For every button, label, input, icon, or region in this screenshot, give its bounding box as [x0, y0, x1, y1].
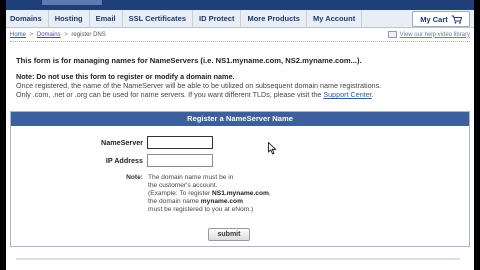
note-line-3-end: .	[371, 90, 374, 99]
mouse-pointer-icon	[268, 142, 277, 155]
main-nav: Domains Hosting Email SSL Certificates I…	[6, 9, 474, 28]
browser-page: Domains Hosting Email SSL Certificates I…	[6, 0, 474, 270]
nav-hosting[interactable]: Hosting	[49, 9, 90, 28]
example-domain: myname.com	[200, 198, 243, 205]
breadcrumb-row: Home > Domains > register DNS View our h…	[10, 28, 470, 42]
top-banner	[6, 0, 474, 10]
ip-address-input[interactable]	[147, 154, 213, 167]
register-nameserver-form: Register a NameServer Name NameServer IP…	[10, 111, 470, 247]
ip-address-label: IP Address	[105, 156, 143, 165]
form-note-row: Note: The domain name must be in the cus…	[83, 174, 271, 214]
form-note-text: The domain name must be in the customer'…	[148, 174, 271, 214]
form-note-line-3: (Example: To register	[148, 190, 211, 197]
cart-label: My Cart	[420, 14, 448, 24]
nav-id-protect[interactable]: ID Protect	[193, 9, 242, 28]
intro-lead: This form is for managing names for Name…	[16, 56, 362, 65]
my-cart-button[interactable]: My Cart	[412, 11, 470, 27]
letterbox-right	[474, 0, 480, 270]
support-center-link[interactable]: Support Center	[323, 90, 371, 99]
nameserver-row: NameServer	[83, 136, 213, 149]
nav-ssl-certificates[interactable]: SSL Certificates	[123, 9, 194, 28]
screen: Domains Hosting Email SSL Certificates I…	[0, 0, 480, 270]
nav-more-products[interactable]: More Products	[241, 9, 307, 28]
form-note-line-2: the customer's account.	[148, 182, 218, 189]
nav-domains[interactable]: Domains	[6, 9, 49, 28]
form-note-line-3-end: ,	[268, 190, 271, 197]
ip-address-row: IP Address	[83, 154, 213, 167]
intro-note: Note: Do not use this form to register o…	[16, 72, 464, 99]
submit-button[interactable]: submit	[208, 228, 250, 241]
form-title: Register a NameServer Name	[11, 112, 469, 126]
breadcrumb-domains[interactable]: Domains	[37, 32, 61, 38]
form-note-line-4: the domain name	[148, 198, 199, 205]
bottom-divider	[16, 258, 460, 260]
breadcrumb-separator: >	[29, 31, 34, 38]
help-video-label: View our help video library	[399, 31, 470, 38]
page-content: This form is for managing names for Name…	[6, 56, 474, 99]
form-note-line-5: must be registered to you at eNom.)	[148, 206, 254, 213]
nav-email[interactable]: Email	[90, 9, 123, 28]
form-note-line-1: The domain name must be in	[148, 174, 234, 181]
nameserver-label: NameServer	[101, 138, 143, 147]
video-icon	[387, 31, 397, 38]
note-heading: Note: Do not use this form to register o…	[16, 72, 235, 81]
nameserver-input[interactable]	[147, 136, 213, 149]
help-video-link[interactable]: View our help video library	[387, 31, 470, 38]
form-note-label: Note:	[126, 174, 143, 181]
shopping-cart-icon	[451, 15, 462, 24]
logo[interactable]	[42, 0, 102, 5]
breadcrumb-home[interactable]: Home	[10, 32, 26, 38]
note-line-2: Once registered, the name of the NameSer…	[16, 81, 382, 90]
breadcrumb: Home > Domains > register DNS	[10, 32, 106, 38]
breadcrumb-current: register DNS	[71, 31, 106, 38]
example-nameserver: NS1.myname.com	[212, 190, 269, 197]
nav-my-account[interactable]: My Account	[307, 9, 363, 28]
breadcrumb-separator: >	[64, 31, 68, 38]
note-line-3: Only .com, .net or .org can be used for …	[16, 90, 322, 99]
